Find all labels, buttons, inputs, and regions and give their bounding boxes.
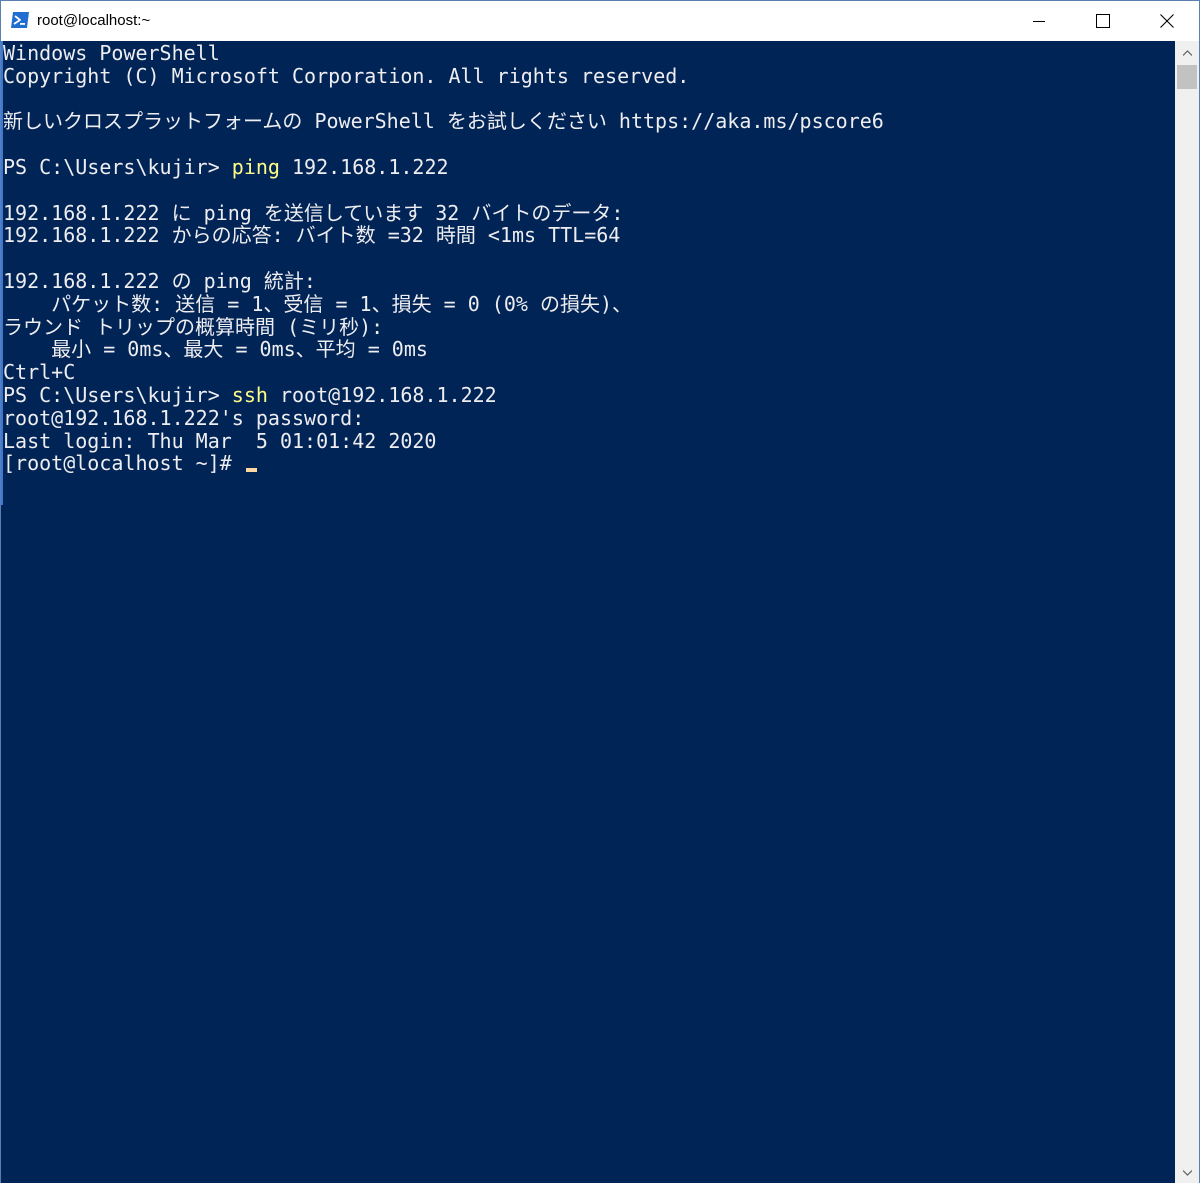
console-line: パケット数: 送信 = 1、受信 = 1、損失 = 0 (0% の損失)、 — [3, 291, 884, 316]
command-name: ping — [231, 154, 280, 179]
console-line: 192.168.1.222 の ping 統計: — [3, 270, 884, 293]
command-args: root@192.168.1.222 — [267, 382, 497, 407]
output-text: ラウンド トリップの概算時間 (ミリ秒): — [3, 314, 384, 339]
output-text: Copyright (C) Microsoft Corporation. All… — [3, 63, 690, 88]
chevron-down-icon — [1182, 1163, 1192, 1181]
console-line: [root@localhost ~]# — [3, 452, 884, 475]
console-line: root@192.168.1.222's password: — [3, 405, 884, 430]
command-args: 192.168.1.222 — [279, 154, 449, 179]
console-line: PS C:\Users\kujir> ssh root@192.168.1.22… — [3, 384, 884, 407]
output-text: 192.168.1.222 の ping 統計: — [3, 268, 316, 293]
minimize-button[interactable] — [1007, 1, 1071, 41]
console-line: Ctrl+C — [3, 361, 884, 384]
prompt-text: PS C:\Users\kujir> — [3, 382, 232, 407]
console-line: 192.168.1.222 に ping を送信しています 32 バイトのデータ… — [3, 200, 884, 225]
minimize-icon — [1033, 15, 1045, 27]
output-text: Last login: Thu Mar 5 01:01:42 2020 — [3, 428, 437, 453]
console-line: ラウンド トリップの概算時間 (ミリ秒): — [3, 314, 884, 339]
scroll-up-button[interactable] — [1175, 41, 1199, 63]
title-bar[interactable]: root@localhost:~ — [1, 1, 1199, 41]
powershell-window: root@localhost:~ Windows PowerShell Copyr… — [0, 0, 1200, 1183]
output-text: Windows PowerShell — [3, 41, 220, 65]
console-line: Last login: Thu Mar 5 01:01:42 2020 — [3, 428, 884, 453]
console-output: Windows PowerShell Copyright (C) Microsof… — [3, 42, 884, 475]
close-button[interactable] — [1135, 1, 1199, 41]
output-text: パケット数: 送信 = 1、受信 = 1、損失 = 0 (0% の損失)、 — [3, 291, 632, 316]
output-text: 新しいクロスプラットフォームの PowerShell をお試しください http… — [3, 109, 884, 134]
maximize-button[interactable] — [1071, 1, 1135, 41]
chevron-up-icon — [1182, 43, 1192, 61]
prompt-text: PS C:\Users\kujir> — [3, 154, 232, 179]
console-line: Copyright (C) Microsoft Corporation. All… — [3, 63, 884, 88]
close-icon — [1160, 14, 1174, 28]
command-name: ssh — [231, 382, 268, 407]
output-text: 192.168.1.222 に ping を送信しています 32 バイトのデータ… — [3, 200, 624, 225]
output-text: 最小 = 0ms、最大 = 0ms、平均 = 0ms — [3, 337, 428, 362]
console-line: 192.168.1.222 からの応答: バイト数 =32 時間 <1ms TT… — [3, 224, 884, 247]
scroll-thumb[interactable] — [1177, 65, 1197, 89]
window-title: root@localhost:~ — [37, 12, 151, 29]
console-line: PS C:\Users\kujir> ping 192.168.1.222 — [3, 156, 884, 179]
output-text: 192.168.1.222 からの応答: バイト数 =32 時間 <1ms TT… — [3, 223, 621, 248]
output-text: Ctrl+C — [3, 360, 76, 385]
scroll-down-button[interactable] — [1175, 1161, 1199, 1183]
text-cursor — [245, 468, 257, 473]
output-text: root@192.168.1.222's password: — [3, 405, 365, 430]
output-text: [root@localhost ~]# — [3, 451, 244, 476]
maximize-icon — [1096, 14, 1110, 28]
console-line: Windows PowerShell — [3, 42, 884, 65]
console-line: 新しいクロスプラットフォームの PowerShell をお試しください http… — [3, 110, 884, 133]
console-line: 最小 = 0ms、最大 = 0ms、平均 = 0ms — [3, 338, 884, 361]
powershell-icon[interactable] — [10, 11, 30, 29]
console-area[interactable]: Windows PowerShell Copyright (C) Microsof… — [1, 41, 1175, 1183]
vertical-scrollbar[interactable] — [1175, 41, 1199, 1183]
